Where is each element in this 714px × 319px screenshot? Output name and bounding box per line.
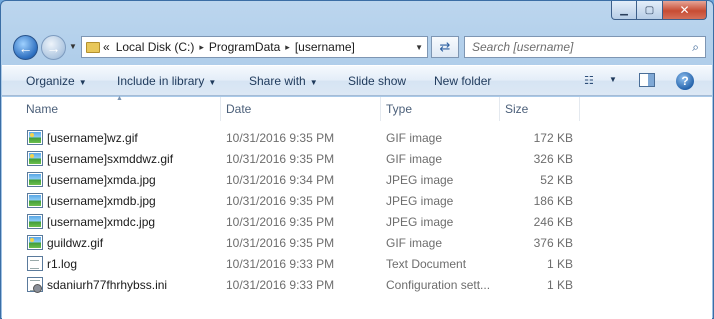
breadcrumb-local-disk[interactable]: Local Disk (C:): [113, 40, 198, 54]
gif-image-icon: [27, 151, 43, 166]
column-divider[interactable]: [579, 97, 580, 121]
arrow-right-icon: →: [46, 39, 61, 56]
caption-buttons: ▁ ▢ ✕: [611, 1, 707, 20]
breadcrumb-username[interactable]: [username]: [292, 40, 358, 54]
minimize-button[interactable]: ▁: [611, 1, 637, 20]
file-date: 10/31/2016 9:33 PM: [226, 257, 335, 271]
change-view-icon[interactable]: ☷: [584, 74, 594, 87]
share-label: Share with: [249, 74, 306, 88]
gif-image-icon: [27, 235, 43, 250]
address-bar[interactable]: « Local Disk (C:) ▸ ProgramData ▸ [usern…: [81, 36, 428, 58]
file-size: 186 KB: [533, 194, 573, 208]
column-size[interactable]: Size: [505, 102, 528, 116]
file-name: guildwz.gif: [47, 236, 104, 250]
address-dropdown-icon[interactable]: ▼: [415, 43, 423, 52]
slide-show-button[interactable]: Slide show: [348, 74, 406, 88]
file-row[interactable]: [username]xmdc.jpg 10/31/2016 9:35 PM JP…: [2, 211, 712, 232]
file-date: 10/31/2016 9:35 PM: [226, 131, 335, 145]
configuration-settings-icon: [27, 277, 43, 293]
file-row[interactable]: [username]xmda.jpg 10/31/2016 9:34 PM JP…: [2, 169, 712, 190]
file-row[interactable]: guildwz.gif 10/31/2016 9:35 PM GIF image…: [2, 232, 712, 253]
file-date: 10/31/2016 9:35 PM: [226, 236, 335, 250]
column-divider[interactable]: [220, 97, 221, 121]
column-type[interactable]: Type: [386, 102, 412, 116]
command-bar: Organize ▼ Include in library ▼ Share with…: [2, 65, 712, 96]
new-folder-button[interactable]: New folder: [434, 74, 491, 88]
file-size: 172 KB: [533, 131, 573, 145]
file-name: [username]xmdb.jpg: [47, 194, 156, 208]
file-list: ▲ Name Date Type Size [username]wz.gif 1…: [2, 95, 712, 319]
forward-button[interactable]: →: [41, 35, 66, 60]
arrow-left-icon: ←: [18, 39, 33, 56]
file-date: 10/31/2016 9:33 PM: [226, 278, 335, 292]
refresh-button[interactable]: ⇄: [431, 36, 459, 58]
view-options-dropdown[interactable]: ▼: [609, 75, 617, 84]
file-name: r1.log: [47, 257, 78, 271]
text-document-icon: [27, 256, 43, 271]
file-row[interactable]: [username]sxmddwz.gif 10/31/2016 9:35 PM…: [2, 148, 712, 169]
file-name: [username]sxmddwz.gif: [47, 152, 174, 166]
share-with-menu[interactable]: Share with ▼: [249, 74, 318, 88]
file-name: [username]xmdc.jpg: [47, 215, 156, 229]
file-size: 246 KB: [533, 215, 573, 229]
include-label: Include in library: [117, 74, 205, 88]
file-type: Configuration sett...: [386, 278, 491, 292]
file-type: JPEG image: [386, 173, 454, 187]
file-type: GIF image: [386, 152, 443, 166]
search-box: ⌕: [464, 36, 706, 58]
file-type: Text Document: [386, 257, 467, 271]
recent-pages-dropdown[interactable]: ▼: [69, 42, 77, 51]
explorer-window: ▁ ▢ ✕ ← → ▼ « Local Disk (C:) ▸ ProgramD…: [0, 0, 714, 319]
search-icon[interactable]: ⌕: [692, 40, 699, 55]
column-divider[interactable]: [499, 97, 500, 121]
organize-menu[interactable]: Organize ▼: [26, 74, 87, 88]
file-date: 10/31/2016 9:35 PM: [226, 215, 335, 229]
file-row[interactable]: sdaniurh77fhrhybss.ini 10/31/2016 9:33 P…: [2, 274, 712, 295]
refresh-icon: ⇄: [439, 39, 451, 54]
search-input[interactable]: [472, 40, 682, 54]
file-date: 10/31/2016 9:34 PM: [226, 173, 335, 187]
chevron-down-icon: ▼: [208, 78, 217, 87]
breadcrumb-separator[interactable]: ▸: [283, 42, 292, 53]
gif-image-icon: [27, 130, 43, 145]
folder-icon: [86, 41, 100, 53]
file-size: 52 KB: [540, 173, 573, 187]
file-size: 376 KB: [533, 236, 573, 250]
maximize-button[interactable]: ▢: [637, 1, 663, 20]
breadcrumb-programdata[interactable]: ProgramData: [206, 40, 283, 54]
preview-pane-icon[interactable]: [639, 73, 655, 87]
sort-ascending-icon: ▲: [116, 95, 123, 102]
file-size: 326 KB: [533, 152, 573, 166]
include-in-library-menu[interactable]: Include in library ▼: [117, 74, 216, 88]
file-date: 10/31/2016 9:35 PM: [226, 152, 335, 166]
chevron-down-icon: ▼: [78, 78, 87, 87]
breadcrumb-separator[interactable]: ▸: [197, 42, 206, 53]
file-name: [username]xmda.jpg: [47, 173, 156, 187]
file-row[interactable]: [username]wz.gif 10/31/2016 9:35 PM GIF …: [2, 127, 712, 148]
organize-label: Organize: [26, 74, 75, 88]
file-name: [username]wz.gif: [47, 131, 138, 145]
file-type: GIF image: [386, 131, 443, 145]
jpeg-image-icon: [27, 214, 43, 229]
chevron-down-icon: ▼: [309, 78, 318, 87]
breadcrumb-overflow[interactable]: «: [100, 40, 113, 54]
file-type: JPEG image: [386, 215, 454, 229]
file-row[interactable]: r1.log 10/31/2016 9:33 PM Text Document …: [2, 253, 712, 274]
file-name: sdaniurh77fhrhybss.ini: [47, 278, 168, 292]
column-divider[interactable]: [380, 97, 381, 121]
file-size: 1 KB: [546, 278, 573, 292]
file-size: 1 KB: [546, 257, 573, 271]
column-date[interactable]: Date: [226, 102, 251, 116]
column-name[interactable]: Name: [26, 102, 58, 116]
file-type: GIF image: [386, 236, 443, 250]
help-button[interactable]: ?: [676, 72, 694, 90]
jpeg-image-icon: [27, 172, 43, 187]
file-date: 10/31/2016 9:35 PM: [226, 194, 335, 208]
close-button[interactable]: ✕: [663, 1, 707, 20]
file-row[interactable]: [username]xmdb.jpg 10/31/2016 9:35 PM JP…: [2, 190, 712, 211]
column-header: ▲ Name Date Type Size: [2, 95, 712, 121]
file-type: JPEG image: [386, 194, 454, 208]
back-button[interactable]: ←: [13, 35, 38, 60]
jpeg-image-icon: [27, 193, 43, 208]
